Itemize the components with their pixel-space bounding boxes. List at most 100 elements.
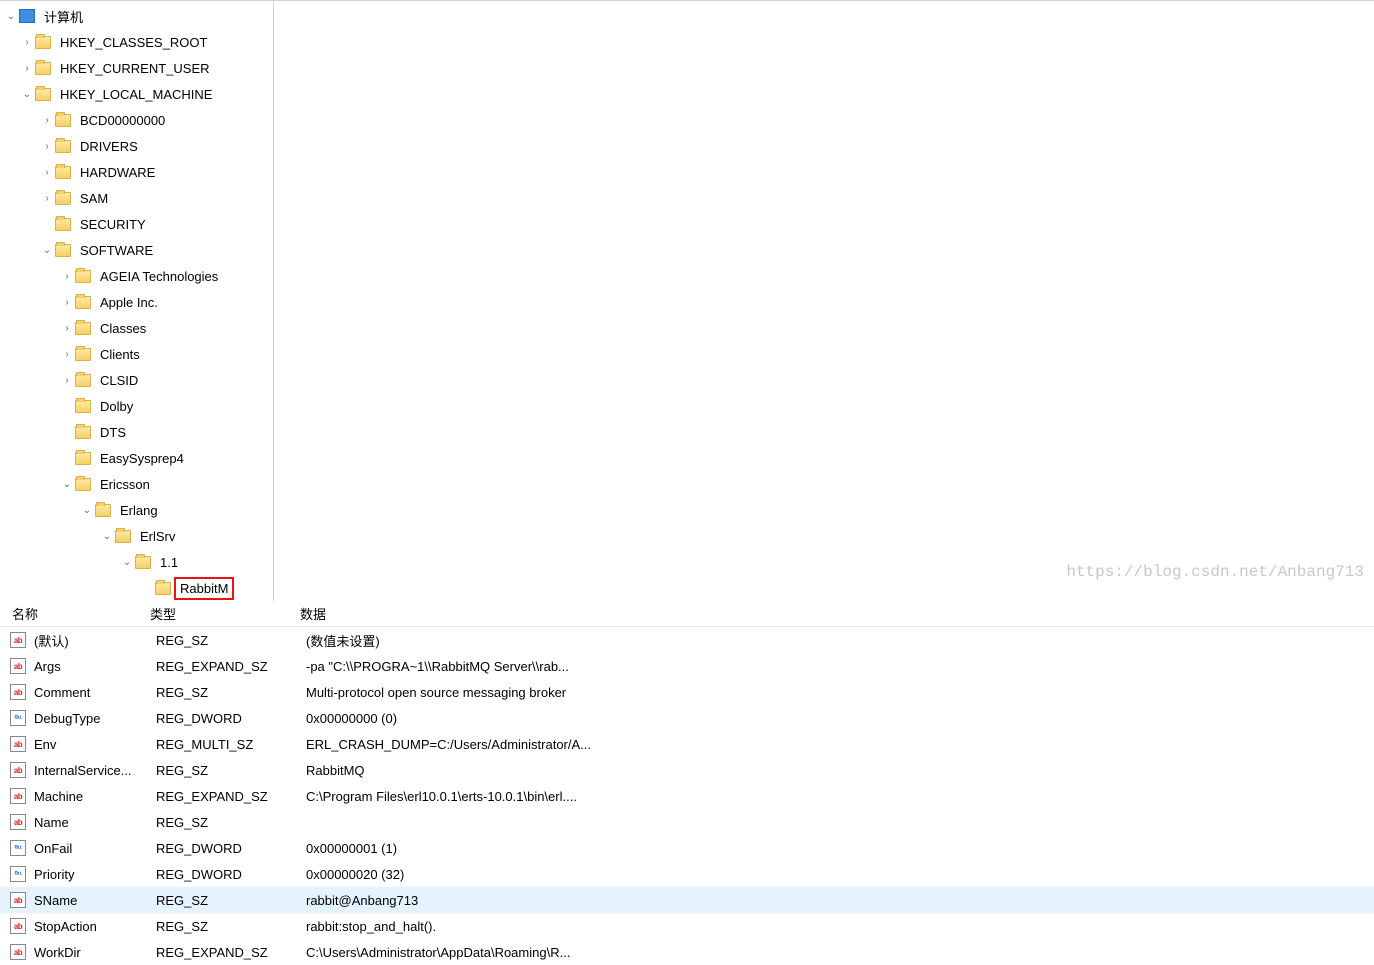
- tree-node-erlsrv[interactable]: ⌄ ErlSrv: [0, 523, 273, 549]
- tree-node-dolby[interactable]: Dolby: [0, 393, 273, 419]
- list-row[interactable]: abNameREG_SZ: [0, 809, 1374, 835]
- tree-node-hardware[interactable]: › HARDWARE: [0, 159, 273, 185]
- value-name: DebugType: [34, 711, 156, 726]
- binary-value-icon: ⁰¹¹: [10, 840, 26, 856]
- value-name: Machine: [34, 789, 156, 804]
- tree-node-hkcu[interactable]: › HKEY_CURRENT_USER: [0, 55, 273, 81]
- chevron-down-icon[interactable]: ⌄: [60, 477, 74, 491]
- tree-node-software[interactable]: ⌄ SOFTWARE: [0, 237, 273, 263]
- tree-node-classes[interactable]: › Classes: [0, 315, 273, 341]
- tree-node-ageia[interactable]: › AGEIA Technologies: [0, 263, 273, 289]
- list-row[interactable]: abEnvREG_MULTI_SZERL_CRASH_DUMP=C:/Users…: [0, 731, 1374, 757]
- tree-node-sam[interactable]: › SAM: [0, 185, 273, 211]
- chevron-down-icon[interactable]: ⌄: [20, 87, 34, 101]
- tree-node-clients[interactable]: › Clients: [0, 341, 273, 367]
- tree-node-ericsson[interactable]: ⌄ Ericsson: [0, 471, 273, 497]
- folder-icon: [75, 478, 91, 491]
- chevron-down-icon[interactable]: ⌄: [40, 243, 54, 257]
- column-header-name[interactable]: 名称: [0, 604, 150, 623]
- tree-node-11[interactable]: ⌄ 1.1: [0, 549, 273, 575]
- registry-tree[interactable]: ⌄ 计算机 › HKEY_CLASSES_ROOT › HKEY_CURRENT…: [0, 1, 274, 601]
- tree-node-hkcr[interactable]: › HKEY_CLASSES_ROOT: [0, 29, 273, 55]
- list-row[interactable]: abStopActionREG_SZrabbit:stop_and_halt()…: [0, 913, 1374, 939]
- chevron-right-icon[interactable]: ›: [60, 373, 74, 387]
- chevron-right-icon[interactable]: ›: [20, 61, 34, 75]
- tree-node-drivers[interactable]: › DRIVERS: [0, 133, 273, 159]
- folder-icon: [75, 296, 91, 309]
- value-data: RabbitMQ: [306, 763, 1374, 778]
- column-header-type[interactable]: 类型: [150, 604, 300, 623]
- tree-label: RabbitM: [177, 580, 231, 597]
- value-type: REG_SZ: [156, 763, 306, 778]
- chevron-right-icon[interactable]: ›: [60, 295, 74, 309]
- registry-values-list[interactable]: 名称 类型 数据 ab(默认)REG_SZ(数值未设置)abArgsREG_EX…: [0, 601, 1374, 965]
- value-type: REG_DWORD: [156, 867, 306, 882]
- chevron-down-icon[interactable]: ⌄: [80, 503, 94, 517]
- chevron-right-icon[interactable]: ›: [40, 139, 54, 153]
- list-row[interactable]: ⁰¹¹OnFailREG_DWORD0x00000001 (1): [0, 835, 1374, 861]
- tree-node-easysys[interactable]: EasySysprep4: [0, 445, 273, 471]
- tree-node-security[interactable]: SECURITY: [0, 211, 273, 237]
- chevron-right-icon[interactable]: ›: [60, 321, 74, 335]
- chevron-down-icon[interactable]: ⌄: [120, 555, 134, 569]
- chevron-right-icon[interactable]: ›: [40, 113, 54, 127]
- tree-node-erlang[interactable]: ⌄ Erlang: [0, 497, 273, 523]
- chevron-right-icon[interactable]: ›: [20, 35, 34, 49]
- list-row[interactable]: abWorkDirREG_EXPAND_SZC:\Users\Administr…: [0, 939, 1374, 965]
- tree-node-rabbitm[interactable]: RabbitM: [0, 575, 273, 601]
- value-data: Multi-protocol open source messaging bro…: [306, 685, 1374, 700]
- tree-label: Ericsson: [97, 476, 153, 493]
- tree-label: Apple Inc.: [97, 294, 161, 311]
- list-row[interactable]: ⁰¹¹PriorityREG_DWORD0x00000020 (32): [0, 861, 1374, 887]
- tree-node-clsid[interactable]: › CLSID: [0, 367, 273, 393]
- column-header-data[interactable]: 数据: [300, 604, 1374, 623]
- list-row[interactable]: abSNameREG_SZrabbit@Anbang713: [0, 887, 1374, 913]
- chevron-right-icon[interactable]: ›: [60, 269, 74, 283]
- list-row[interactable]: ⁰¹¹DebugTypeREG_DWORD0x00000000 (0): [0, 705, 1374, 731]
- folder-icon: [55, 244, 71, 257]
- chevron-right-icon[interactable]: ›: [60, 347, 74, 361]
- value-type: REG_SZ: [156, 685, 306, 700]
- folder-icon: [135, 556, 151, 569]
- tree-label: HKEY_CLASSES_ROOT: [57, 34, 210, 51]
- value-name: (默认): [34, 631, 156, 650]
- chevron-down-icon[interactable]: ⌄: [4, 9, 18, 23]
- tree-node-computer[interactable]: ⌄ 计算机: [0, 3, 273, 29]
- value-name: OnFail: [34, 841, 156, 856]
- folder-icon: [55, 192, 71, 205]
- list-row[interactable]: abInternalService...REG_SZRabbitMQ: [0, 757, 1374, 783]
- value-type: REG_EXPAND_SZ: [156, 789, 306, 804]
- list-row[interactable]: abCommentREG_SZMulti-protocol open sourc…: [0, 679, 1374, 705]
- list-row[interactable]: ab(默认)REG_SZ(数值未设置): [0, 627, 1374, 653]
- value-type: REG_EXPAND_SZ: [156, 945, 306, 960]
- folder-icon: [95, 504, 111, 517]
- folder-icon: [35, 36, 51, 49]
- value-type: REG_MULTI_SZ: [156, 737, 306, 752]
- tree-node-apple[interactable]: › Apple Inc.: [0, 289, 273, 315]
- chevron-down-icon[interactable]: ⌄: [100, 529, 114, 543]
- folder-icon: [55, 114, 71, 127]
- tree-label: Clients: [97, 346, 143, 363]
- value-type: REG_SZ: [156, 919, 306, 934]
- string-value-icon: ab: [10, 632, 26, 648]
- value-name: StopAction: [34, 919, 156, 934]
- list-row[interactable]: ab MachineREG_EXPAND_SZC:\Program Files\e…: [0, 783, 1374, 809]
- list-row[interactable]: abArgsREG_EXPAND_SZ -pa "C:\\PROGRA~1\\R…: [0, 653, 1374, 679]
- tree-node-dts[interactable]: DTS: [0, 419, 273, 445]
- tree-node-bcd[interactable]: › BCD00000000: [0, 107, 273, 133]
- folder-icon: [55, 140, 71, 153]
- value-data: 0x00000020 (32): [306, 867, 1374, 882]
- string-value-icon: ab: [10, 944, 26, 960]
- value-data: 0x00000001 (1): [306, 841, 1374, 856]
- tree-label: HKEY_CURRENT_USER: [57, 60, 213, 77]
- chevron-right-icon[interactable]: ›: [40, 165, 54, 179]
- folder-icon: [75, 400, 91, 413]
- tree-label: BCD00000000: [77, 112, 168, 129]
- tree-node-hklm[interactable]: ⌄ HKEY_LOCAL_MACHINE: [0, 81, 273, 107]
- list-header[interactable]: 名称 类型 数据: [0, 601, 1374, 627]
- value-data: C:\Program Files\erl10.0.1\erts-10.0.1\b…: [306, 789, 1374, 804]
- chevron-right-icon[interactable]: ›: [40, 191, 54, 205]
- string-value-icon: ab: [10, 658, 26, 674]
- value-data: -pa "C:\\PROGRA~1\\RabbitMQ Server\\rab.…: [306, 659, 1374, 674]
- string-value-icon: ab: [10, 788, 26, 804]
